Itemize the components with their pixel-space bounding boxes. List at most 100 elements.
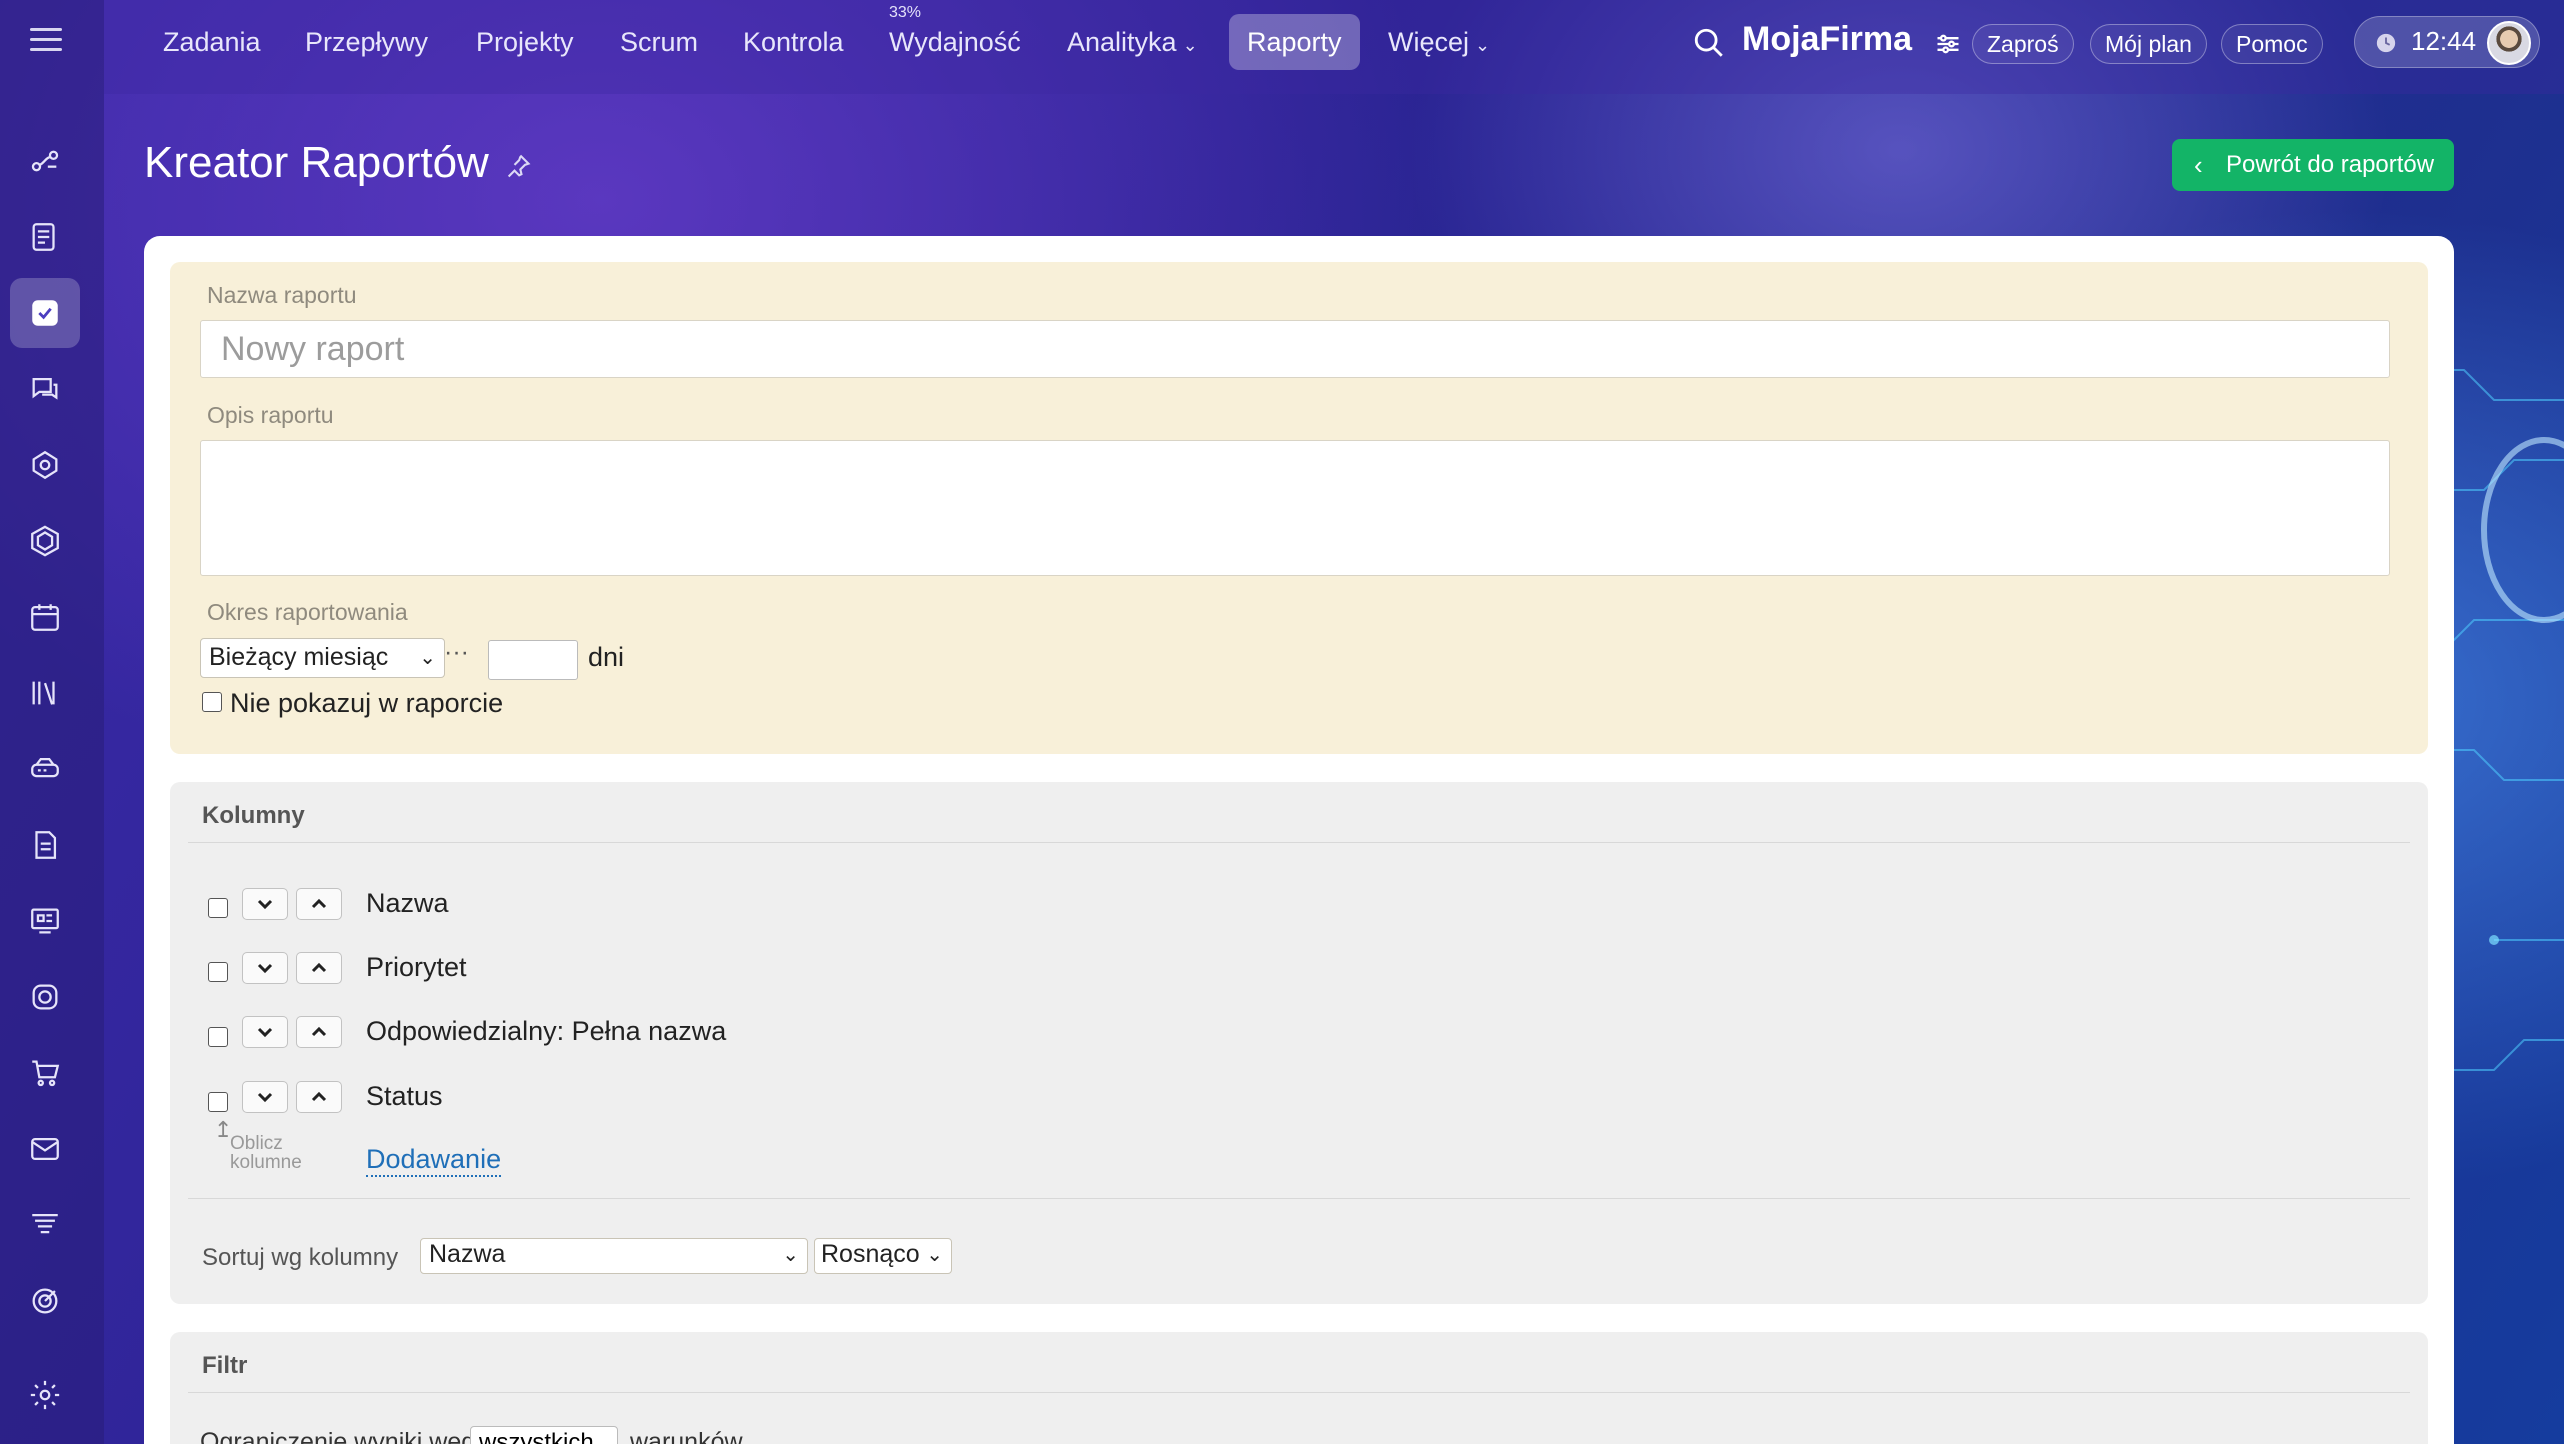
filter-title: Filtr	[202, 1352, 248, 1379]
report-details-section: Nazwa raportu Nowy raport Opis raportu O…	[170, 262, 2428, 754]
chevron-down-icon	[257, 963, 273, 974]
pin-icon[interactable]	[504, 152, 532, 180]
document-icon[interactable]	[10, 810, 80, 880]
move-up-button[interactable]	[296, 888, 342, 920]
nav-scrum[interactable]: Scrum	[602, 14, 716, 70]
chat-icon[interactable]	[10, 354, 80, 424]
chevron-up-icon	[311, 962, 327, 973]
column-checkbox[interactable]	[208, 1027, 228, 1047]
chevron-down-icon: ⌄	[419, 647, 436, 669]
nav-analityka-label: Analityka	[1067, 27, 1177, 57]
column-label: Status	[366, 1081, 443, 1111]
nav-raporty[interactable]: Raporty	[1229, 14, 1360, 70]
sort-order-select[interactable]: Rosnąco ⌄	[814, 1238, 952, 1274]
tune-icon[interactable]	[1934, 30, 1962, 58]
move-down-button[interactable]	[242, 1016, 288, 1048]
nav-projekty[interactable]: Projekty	[458, 14, 592, 70]
sort-column-select[interactable]: Nazwa ⌄	[420, 1238, 808, 1274]
report-description-textarea[interactable]	[200, 440, 2390, 576]
calculate-column-label: Oblicz kolumne	[230, 1133, 302, 1173]
library-icon[interactable]	[10, 658, 80, 728]
tasks-icon[interactable]	[10, 278, 80, 348]
avatar[interactable]	[2487, 21, 2531, 65]
report-period-select[interactable]: Bieżący miesiąc ⌄	[200, 638, 445, 678]
clock-widget[interactable]: 12:44	[2354, 16, 2540, 68]
report-period-value: Bieżący miesiąc	[209, 643, 389, 671]
chevron-down-icon: ⌄	[782, 1244, 799, 1266]
mail-icon[interactable]	[10, 1114, 80, 1184]
sort-by-label: Sortuj wg kolumny	[202, 1244, 399, 1271]
sort-order-value: Rosnąco	[821, 1240, 920, 1268]
gear-puzzle-icon[interactable]	[10, 430, 80, 500]
move-up-button[interactable]	[296, 1081, 342, 1113]
back-button-label: Powrót do raportów	[2226, 151, 2435, 178]
report-period-label: Okres raportowania	[207, 599, 408, 625]
nav-analityka[interactable]: Analityka ⌄	[1049, 14, 1216, 70]
move-down-button[interactable]	[242, 1081, 288, 1113]
move-up-button[interactable]	[296, 1016, 342, 1048]
move-down-button[interactable]	[242, 888, 288, 920]
add-column-link[interactable]: Dodawanie	[366, 1144, 502, 1177]
divider	[188, 1392, 2410, 1393]
move-down-button[interactable]	[242, 952, 288, 984]
support-icon[interactable]	[10, 962, 80, 1032]
columns-section: Kolumny Nazwa Priorytet Odpowiedzialny: …	[170, 782, 2428, 1304]
newspaper-icon[interactable]	[10, 202, 80, 272]
nav-zadania[interactable]: Zadania	[145, 14, 279, 70]
divider	[188, 1198, 2410, 1199]
chevron-down-icon: ⌄	[926, 1244, 943, 1266]
hide-in-report-label: Nie pokazuj w raporcie	[230, 688, 504, 718]
chevron-down-icon	[257, 1092, 273, 1103]
days-label: dni	[588, 642, 625, 672]
invite-button[interactable]: Zaproś	[1972, 24, 2074, 64]
target-icon[interactable]	[10, 1266, 80, 1336]
filter-text-before: Ograniczenie wyniki według	[200, 1428, 509, 1444]
flow-icon[interactable]	[10, 126, 80, 196]
column-label: Priorytet	[366, 952, 467, 982]
search-icon[interactable]	[1692, 26, 1726, 60]
chevron-down-icon: ⌄	[1475, 35, 1491, 55]
filter-mode-select[interactable]: wszystkich	[470, 1426, 618, 1444]
columns-title: Kolumny	[202, 802, 305, 829]
nav-wiecej[interactable]: Więcej ⌄	[1370, 14, 1508, 70]
nav-wydajnosc[interactable]: Wydajność	[871, 14, 1039, 70]
divider	[188, 842, 2410, 843]
hide-in-report-checkbox[interactable]	[202, 692, 222, 712]
chevron-left-icon: ‹	[2194, 150, 2203, 180]
back-to-reports-button[interactable]: ‹ Powrót do raportów	[2172, 139, 2454, 191]
column-label: Nazwa	[366, 888, 449, 918]
sidebar	[0, 0, 104, 1444]
column-checkbox[interactable]	[208, 962, 228, 982]
calendar-icon[interactable]	[10, 582, 80, 652]
days-input[interactable]	[488, 640, 578, 680]
chevron-down-icon	[257, 899, 273, 910]
drive-icon[interactable]	[10, 734, 80, 804]
help-button[interactable]: Pomoc	[2221, 24, 2323, 64]
page-title: Kreator Raportów	[144, 138, 489, 187]
settings-icon[interactable]	[10, 1360, 80, 1430]
my-plan-button[interactable]: Mój plan	[2090, 24, 2207, 64]
hexagon-icon[interactable]	[10, 506, 80, 576]
period-separator: ···	[444, 638, 469, 666]
report-name-input[interactable]: Nowy raport	[200, 320, 2390, 378]
column-checkbox[interactable]	[208, 898, 228, 918]
chevron-up-icon	[311, 898, 327, 909]
cart-icon[interactable]	[10, 1038, 80, 1108]
filter-text-after: warunków	[630, 1428, 743, 1444]
nav-przeplywy[interactable]: Przepływy	[287, 14, 446, 70]
menu-icon[interactable]	[30, 28, 62, 54]
chevron-up-icon	[311, 1026, 327, 1037]
column-checkbox[interactable]	[208, 1092, 228, 1112]
filter-section: Filtr Ograniczenie wyniki według wszystk…	[170, 1332, 2428, 1444]
report-builder-card: Nazwa raportu Nowy raport Opis raportu O…	[144, 236, 2454, 1444]
sort-column-value: Nazwa	[429, 1240, 506, 1268]
brand-name: MojaFirma	[1742, 20, 1913, 58]
nav-kontrola[interactable]: Kontrola	[725, 14, 862, 70]
move-up-button[interactable]	[296, 952, 342, 984]
chevron-down-icon	[257, 1027, 273, 1038]
presentation-icon[interactable]	[10, 886, 80, 956]
chevron-down-icon: ⌄	[1182, 35, 1198, 55]
funnel-icon[interactable]	[10, 1190, 80, 1260]
column-label: Odpowiedzialny: Pełna nazwa	[366, 1016, 727, 1046]
report-description-label: Opis raportu	[207, 402, 334, 428]
